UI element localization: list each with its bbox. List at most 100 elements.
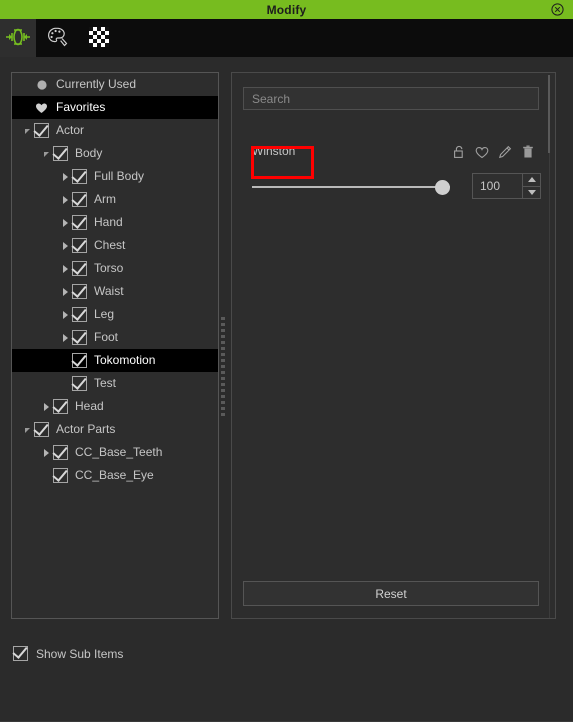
palette-tool-button[interactable] [44,23,74,53]
toolbar [0,19,573,57]
tree-item-test[interactable]: Test [12,372,218,395]
expand-arrow-placeholder [58,349,72,372]
tree-item-checkbox[interactable] [34,123,49,138]
splitter-grip [221,317,225,417]
morph-tool-button[interactable] [0,19,36,57]
tree-item-cc-base-teeth[interactable]: CC_Base_Teeth [12,441,218,464]
expand-arrow-placeholder [20,96,34,119]
tree-item-label: Currently Used [56,77,137,91]
expand-arrow-closed-icon[interactable] [58,326,72,349]
tree-item-cc-base-eye[interactable]: CC_Base_Eye [12,464,218,487]
checkerboard-icon [88,26,110,51]
clock-dot-icon [34,77,49,92]
tree-item-label: Actor Parts [56,422,116,436]
tree-item-checkbox[interactable] [72,353,87,368]
tree-item-torso[interactable]: Torso [12,257,218,280]
expand-arrow-closed-icon[interactable] [58,303,72,326]
expand-arrow-closed-icon[interactable] [58,165,72,188]
strength-slider[interactable] [252,177,450,197]
property-panel: Winston [231,72,556,619]
expand-arrow-closed-icon[interactable] [39,395,53,418]
expand-arrow-closed-icon[interactable] [58,257,72,280]
tree-item-tokomotion[interactable]: Tokomotion [12,349,218,372]
tree-item-label: Favorites [56,100,106,114]
expand-arrow-closed-icon[interactable] [58,188,72,211]
tree-item-checkbox[interactable] [53,146,68,161]
property-action-icons [452,145,535,159]
spinner-up-button[interactable] [523,174,540,186]
tree-item-checkbox[interactable] [72,238,87,253]
tree-item-favorites[interactable]: Favorites [12,96,218,119]
tree-item-label: Foot [94,330,119,344]
show-sub-items-checkbox[interactable] [13,646,28,661]
morph-arrows-icon [4,27,32,50]
tree-item-label: Actor [56,123,85,137]
tree-item-checkbox[interactable] [72,215,87,230]
tree-item-checkbox[interactable] [72,307,87,322]
tree-item-checkbox[interactable] [53,445,68,460]
expand-arrow-open-icon[interactable] [20,418,34,441]
heart-icon [34,100,49,115]
delete-trash-icon[interactable] [521,145,535,159]
tree-item-label: CC_Base_Teeth [75,445,163,459]
category-tree-panel: Currently Used Favorites Actor Body Full Bod… [11,72,219,619]
slider-knob[interactable] [435,180,450,195]
spinner-value[interactable]: 100 [473,174,522,198]
unlock-icon[interactable] [452,145,466,159]
expand-arrow-closed-icon[interactable] [39,441,53,464]
tree-item-label: Tokomotion [94,353,156,367]
modify-window: Modify Currently Used Favorites Actor Bo… [0,0,573,722]
tree-item-hand[interactable]: Hand [12,211,218,234]
category-tree[interactable]: Currently Used Favorites Actor Body Full Bod… [12,73,218,618]
tree-item-checkbox[interactable] [72,284,87,299]
tree-item-label: Head [75,399,104,413]
tree-item-checkbox[interactable] [72,169,87,184]
tree-item-waist[interactable]: Waist [12,280,218,303]
window-titlebar: Modify [0,0,573,19]
tree-item-actor[interactable]: Actor [12,119,218,142]
tree-item-checkbox[interactable] [53,468,68,483]
tree-item-label: Test [94,376,117,390]
reset-button[interactable]: Reset [243,581,539,606]
tree-item-checkbox[interactable] [34,422,49,437]
expand-arrow-closed-icon[interactable] [58,211,72,234]
texture-tool-button[interactable] [84,23,114,53]
tree-item-checkbox[interactable] [72,261,87,276]
tree-item-currently-used[interactable]: Currently Used [12,73,218,96]
property-name-label: Winston [252,144,296,158]
expand-arrow-open-icon[interactable] [39,142,53,165]
panel-splitter[interactable] [220,317,226,417]
footer-bar: Show Sub Items [0,632,573,675]
tree-item-checkbox[interactable] [72,192,87,207]
tree-item-actor-parts[interactable]: Actor Parts [12,418,218,441]
tree-item-full-body[interactable]: Full Body [12,165,218,188]
tree-item-head[interactable]: Head [12,395,218,418]
expand-arrow-placeholder [20,73,34,96]
tree-item-checkbox[interactable] [53,399,68,414]
tree-item-checkbox[interactable] [72,376,87,391]
content-area: Currently Used Favorites Actor Body Full Bod… [0,57,573,722]
property-panel-scrollbar[interactable] [546,75,553,618]
search-input[interactable] [243,87,539,110]
close-icon[interactable] [550,2,565,17]
expand-arrow-closed-icon[interactable] [58,280,72,303]
tree-item-leg[interactable]: Leg [12,303,218,326]
strength-spinner[interactable]: 100 [472,173,541,199]
spinner-down-button[interactable] [523,185,540,199]
tree-item-label: CC_Base_Eye [75,468,154,482]
scrollbar-thumb[interactable] [548,75,550,153]
expand-arrow-open-icon[interactable] [20,119,34,142]
tree-item-arm[interactable]: Arm [12,188,218,211]
expand-arrow-closed-icon[interactable] [58,234,72,257]
edit-pencil-icon[interactable] [498,145,512,159]
scrollbar-track [549,75,550,618]
tree-item-chest[interactable]: Chest [12,234,218,257]
chevron-down-icon [527,189,536,195]
tree-item-checkbox[interactable] [72,330,87,345]
expand-arrow-placeholder [58,372,72,395]
spinner-arrows [522,174,540,198]
tree-item-foot[interactable]: Foot [12,326,218,349]
tree-item-label: Body [75,146,103,160]
tree-item-body[interactable]: Body [12,142,218,165]
favorite-heart-icon[interactable] [475,145,489,159]
